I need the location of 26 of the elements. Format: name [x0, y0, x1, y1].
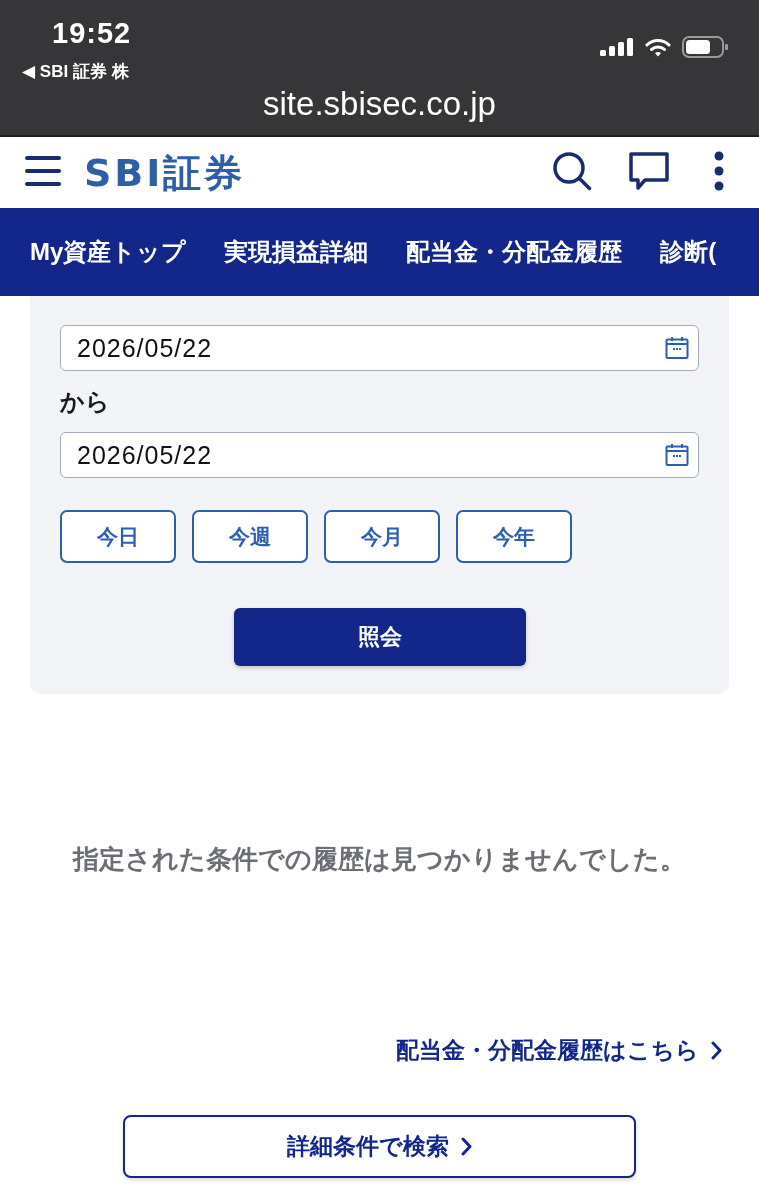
calendar-icon[interactable]	[665, 337, 689, 359]
chevron-right-icon	[711, 1040, 722, 1060]
range-label: から	[60, 387, 110, 417]
advanced-search-button[interactable]: 詳細条件で検索	[123, 1115, 636, 1178]
back-to-app-link[interactable]: ◀ SBI 証券 株	[22, 61, 129, 83]
battery-icon	[682, 36, 729, 58]
quick-range-button[interactable]: 今月	[324, 510, 440, 563]
site-logo[interactable]: SBI証券	[84, 150, 246, 195]
nav-tab[interactable]: 配当金・分配金履歴	[406, 208, 623, 296]
url-text[interactable]: site.sbisec.co.jp	[263, 86, 496, 122]
end-date-field[interactable]: 2026/05/22	[60, 432, 699, 478]
history-link[interactable]: 配当金・分配金履歴はこちら	[396, 1034, 722, 1066]
query-button[interactable]: 照会	[233, 608, 526, 666]
quick-range-button[interactable]: 今日	[60, 510, 176, 563]
wifi-icon	[645, 37, 671, 57]
nav-tab[interactable]: My資産トップ	[30, 208, 187, 296]
start-date-field[interactable]: 2026/05/22	[60, 325, 699, 371]
quick-range-button[interactable]: 今年	[456, 510, 572, 563]
signal-icon	[600, 38, 634, 56]
chevron-right-icon	[461, 1137, 472, 1156]
quick-range-button[interactable]: 今週	[192, 510, 308, 563]
nav-tab[interactable]: 診断(	[660, 208, 717, 296]
clock-time: 19:52	[52, 17, 132, 49]
nav-tab[interactable]: 実現損益詳細	[224, 208, 369, 296]
no-results-message: 指定された条件での履歴は見つかりませんでした。	[73, 843, 686, 876]
calendar-icon[interactable]	[665, 444, 689, 466]
